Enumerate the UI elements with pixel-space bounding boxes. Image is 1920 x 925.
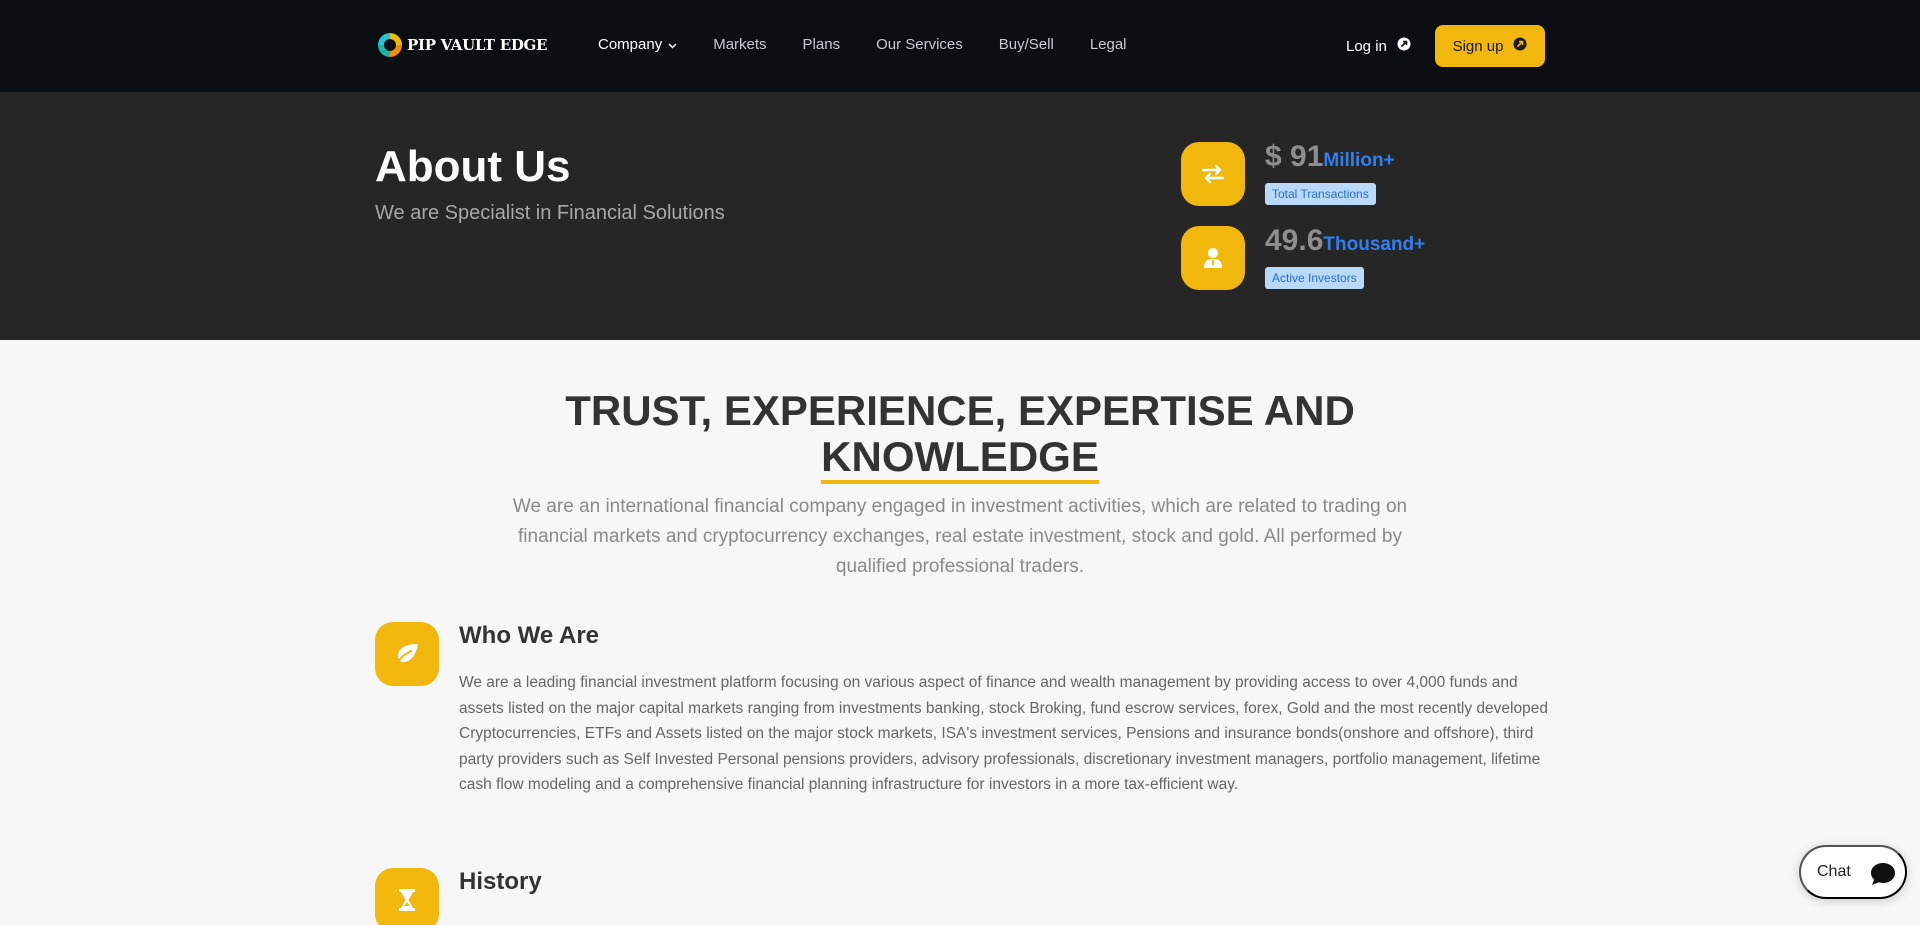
- trust-description: We are an international financial compan…: [512, 496, 1408, 577]
- stat-value: $ 91Million+: [1265, 140, 1395, 174]
- chat-widget-button[interactable]: Chat: [1799, 845, 1907, 899]
- trust-heading-highlight: KNOWLEDGE: [821, 433, 1099, 484]
- hourglass-icon: [375, 868, 439, 925]
- stat-number: 49.6: [1265, 224, 1324, 257]
- nav-item-markets[interactable]: Markets: [713, 36, 766, 53]
- page-title: About Us: [375, 142, 571, 191]
- trust-heading-line1: TRUST, EXPERIENCE, EXPERTISE AND: [565, 387, 1355, 434]
- page-subtitle: We are Specialist in Financial Solutions: [375, 202, 725, 224]
- stat-active-investors: 49.6Thousand+ Active Investors: [1181, 224, 1561, 290]
- nav-item-company[interactable]: Company: [598, 36, 677, 53]
- chat-bubble-icon: [1869, 861, 1897, 890]
- top-navbar: PIP VAULT EDGE Company Markets Plans Our…: [0, 0, 1920, 92]
- nav-item-plans[interactable]: Plans: [803, 36, 841, 53]
- section-title-history: History: [459, 868, 542, 895]
- arrow-circle-right-icon: [1513, 37, 1527, 55]
- login-label: Log in: [1346, 37, 1387, 55]
- nav-item-label: Company: [598, 36, 663, 53]
- chat-label: Chat: [1817, 863, 1851, 880]
- stat-unit: Thousand+: [1323, 234, 1426, 255]
- login-button[interactable]: Log in: [1346, 37, 1411, 55]
- nav-item-our-services[interactable]: Our Services: [876, 36, 963, 53]
- stat-total-transactions: $ 91Million+ Total Transactions: [1181, 140, 1561, 206]
- hero-banner: About Us We are Specialist in Financial …: [0, 92, 1920, 340]
- investor-icon: [1181, 226, 1245, 290]
- nav-item-buy-sell[interactable]: Buy/Sell: [999, 36, 1054, 53]
- trust-heading: TRUST, EXPERIENCE, EXPERTISE AND KNOWLED…: [460, 387, 1460, 484]
- stat-value: 49.6Thousand+: [1265, 224, 1425, 258]
- section-title-who-we-are: Who We Are: [459, 622, 600, 649]
- brand-name: PIP VAULT EDGE: [407, 36, 548, 54]
- section-text-who-we-are: We are a leading financial investment pl…: [459, 674, 1548, 793]
- leaf-icon: [375, 622, 439, 686]
- chevron-down-icon: [668, 36, 677, 53]
- logo-mark-icon: [375, 30, 405, 60]
- signup-label: Sign up: [1452, 37, 1504, 55]
- nav-item-legal[interactable]: Legal: [1090, 36, 1127, 53]
- arrow-circle-right-icon: [1397, 37, 1411, 55]
- main-menu: Company Markets Plans Our Services Buy/S…: [598, 36, 1163, 53]
- stat-badge: Total Transactions: [1265, 183, 1376, 205]
- stat-number: $ 91: [1265, 140, 1324, 173]
- stat-badge: Active Investors: [1265, 267, 1364, 289]
- exchange-icon: [1181, 142, 1245, 206]
- signup-button[interactable]: Sign up: [1435, 25, 1545, 67]
- stat-unit: Million+: [1323, 150, 1395, 171]
- brand-logo[interactable]: PIP VAULT EDGE: [375, 30, 547, 60]
